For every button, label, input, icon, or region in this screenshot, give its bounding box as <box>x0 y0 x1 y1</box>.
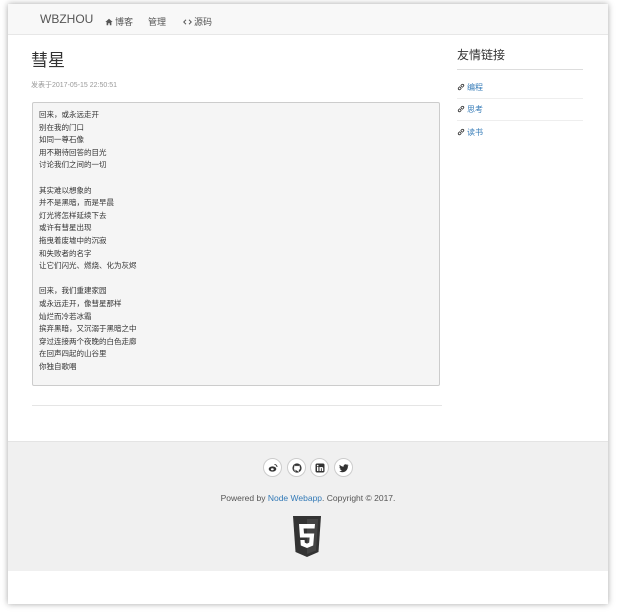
sidebar-title: 友情链接 <box>457 48 506 62</box>
nav-source-link[interactable]: 源码 <box>183 15 212 28</box>
poem-line: 别在我的门口 <box>39 122 84 132</box>
poem-line: 如同一尊石像 <box>39 135 84 145</box>
nav-admin-link[interactable]: 管理 <box>148 15 166 28</box>
top-navbar: WBZHOU 博客 管理 源码 <box>8 4 608 35</box>
home-icon <box>105 18 113 26</box>
sidebar-link-label: 思考 <box>467 105 483 114</box>
poem-line: 回来，或永远走开 <box>39 110 99 119</box>
nav-admin-label: 管理 <box>148 17 167 27</box>
nav-blog-link[interactable]: 博客 <box>105 15 133 28</box>
poem-line: 在回声四起的山谷里 <box>39 349 107 359</box>
sidebar-link-programming[interactable]: 编程 <box>457 82 483 93</box>
github-icon <box>292 463 302 473</box>
page-footer: Powered by Node Webapp. Copyright © 2017… <box>8 441 608 571</box>
link-icon <box>457 83 465 91</box>
poem-line: 穿过连接两个夜晚的白色走廊 <box>39 336 137 346</box>
link-icon <box>457 128 465 136</box>
poem-line: 和失败者的名字 <box>39 248 92 258</box>
weibo-icon <box>268 464 278 472</box>
twitter-button[interactable] <box>334 458 353 477</box>
powered-prefix: Powered by <box>220 493 268 503</box>
browser-frame: WBZHOU 博客 管理 源码 彗星 发表于2017-05-15 22:50:5… <box>8 4 608 604</box>
poem-line: 讨论我们之间的一切 <box>39 160 107 170</box>
linkedin-icon <box>315 463 325 473</box>
poem-line: 用不期待回答的目光 <box>39 147 107 157</box>
poem-line: 或许有彗星出现 <box>39 223 92 233</box>
poem-line: 或永远走开，像彗星那样 <box>39 298 122 308</box>
post-divider <box>32 405 442 406</box>
poem-line: 摈弃黑暗，又沉溺于黑暗之中 <box>39 324 137 334</box>
copyright-text: . Copyright © 2017. <box>322 493 396 503</box>
nav-blog-label: 博客 <box>115 17 134 27</box>
sidebar-link-thinking[interactable]: 思考 <box>457 104 483 115</box>
linkedin-button[interactable] <box>310 458 329 477</box>
sidebar-separator <box>457 120 583 121</box>
poem-line: 并不是黑暗，而是早晨 <box>39 198 114 208</box>
post-date: 发表于2017-05-15 22:50:51 <box>31 82 117 89</box>
poem-line: 回来，我们重建家园 <box>39 286 107 296</box>
poem-line: 灿烂而冷若冰霜 <box>39 311 92 321</box>
post-title: 彗星 <box>31 51 65 70</box>
poem-block: 回来，或永远走开 别在我的门口 如同一尊石像 用不期待回答的目光 讨论我们之间的… <box>32 102 440 386</box>
sidebar-separator <box>457 98 583 99</box>
poem-line: 其实难以想象的 <box>39 185 92 195</box>
poem-line: 让它们闪光、燃烧、化为灰烬 <box>39 261 137 271</box>
weibo-button[interactable] <box>263 458 282 477</box>
sidebar-link-label: 读书 <box>467 128 483 137</box>
nav-source-label: 源码 <box>194 17 213 27</box>
powered-by-text: Powered by Node Webapp. Copyright © 2017… <box>8 493 608 503</box>
html5-icon <box>293 516 321 557</box>
github-button[interactable] <box>287 458 306 477</box>
sidebar-link-reading[interactable]: 读书 <box>457 127 483 138</box>
stanza-gap <box>39 273 433 286</box>
twitter-icon <box>339 464 349 473</box>
sidebar-link-label: 编程 <box>467 83 483 92</box>
poem-line: 你独自歌唱 <box>39 361 77 371</box>
brand-link[interactable]: WBZHOU <box>40 12 93 26</box>
poem-line: 拖曳着废墟中的沉寂 <box>39 235 107 245</box>
sidebar-divider <box>457 69 583 70</box>
code-icon <box>183 19 192 25</box>
node-webapp-link[interactable]: Node Webapp <box>268 493 322 503</box>
link-icon <box>457 105 465 113</box>
poem-line: 灯光将怎样延续下去 <box>39 210 107 220</box>
stanza-gap <box>39 172 433 185</box>
